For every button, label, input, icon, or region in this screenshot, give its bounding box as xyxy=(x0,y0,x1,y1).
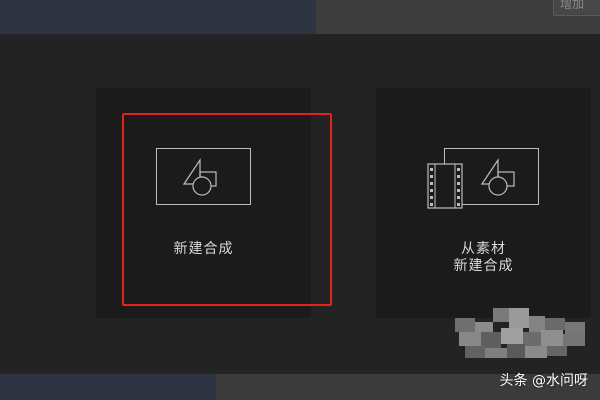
top-left-strip xyxy=(0,0,316,34)
from-footage-label-line2: 新建合成 xyxy=(453,258,514,274)
footage-composition-icon xyxy=(426,148,542,210)
from-footage-label-line1: 从素材 xyxy=(461,241,506,257)
pixelated-area xyxy=(455,308,590,363)
bottom-left-strip xyxy=(0,374,216,400)
highlight-box xyxy=(122,113,332,306)
new-composition-from-footage-button[interactable]: 从素材 新建合成 xyxy=(376,88,591,318)
top-toolbar-button[interactable]: 增加 xyxy=(553,0,600,16)
from-footage-label: 从素材 新建合成 xyxy=(376,241,591,275)
watermark: 头条 @水问呀 xyxy=(499,373,588,389)
